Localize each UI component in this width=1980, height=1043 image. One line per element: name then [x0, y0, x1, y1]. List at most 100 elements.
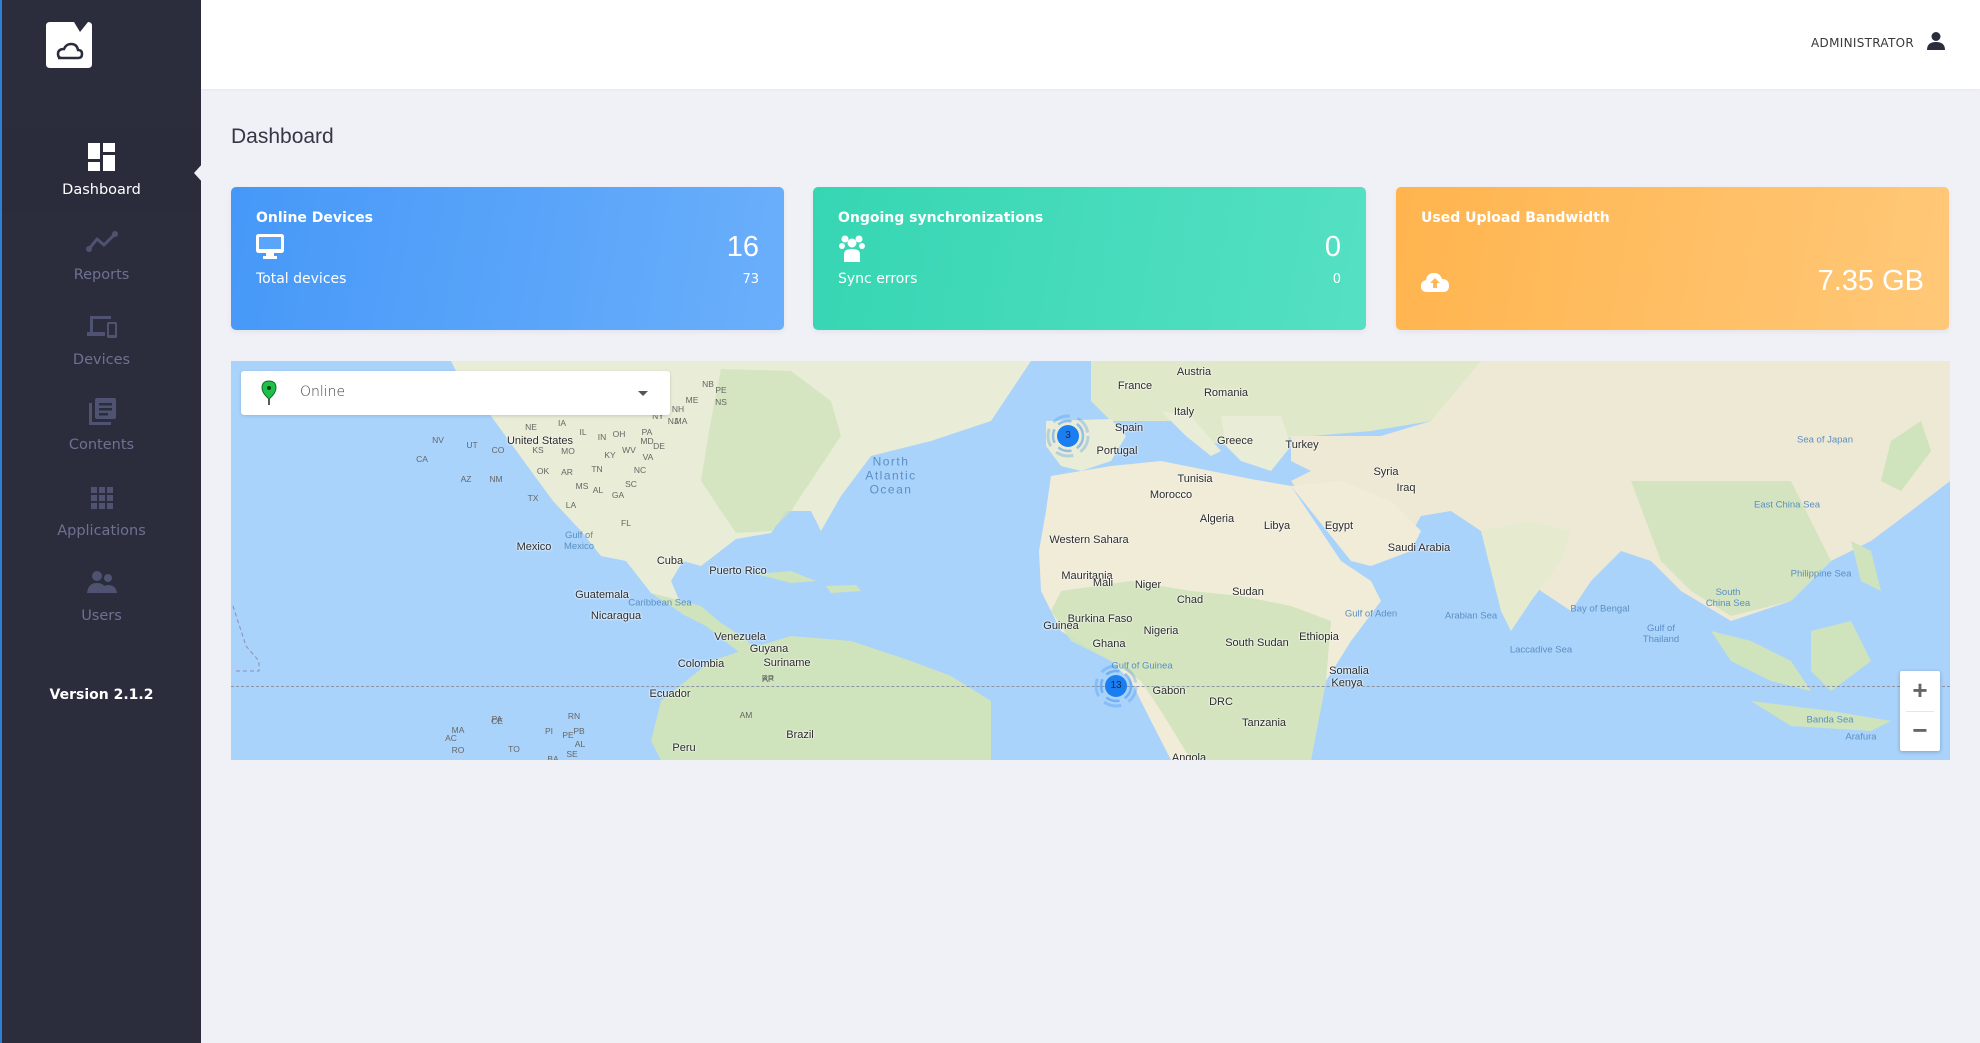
- cloud-logo-icon[interactable]: [44, 20, 94, 70]
- map-country-label: Western Sahara: [1049, 534, 1129, 546]
- sidebar-item-label: Users: [81, 608, 122, 624]
- map-country-label: Brazil: [786, 729, 814, 741]
- map-region-label: PE: [715, 385, 727, 395]
- zoom-in-button[interactable]: +: [1900, 671, 1940, 711]
- map-region-label: AL: [592, 485, 604, 495]
- map-region-label: PE: [562, 730, 574, 740]
- map-water-label: Gulf of Aden: [1344, 608, 1398, 620]
- user-name[interactable]: ADMINISTRATOR: [1811, 36, 1914, 50]
- map-country-label: Sudan: [1232, 586, 1264, 598]
- total-devices-count: 73: [742, 272, 759, 287]
- map-region-label: MA: [674, 416, 688, 426]
- map-country-label: Ethiopia: [1299, 631, 1339, 643]
- map-country-label: Chad: [1176, 594, 1204, 606]
- map-region-label: GA: [611, 490, 625, 500]
- map-country-label: Morocco: [1149, 489, 1193, 501]
- bandwidth-card[interactable]: Used Upload Bandwidth 7.35 GB: [1396, 187, 1949, 330]
- map-country-label: Venezuela: [714, 631, 766, 643]
- sidebar-item-users[interactable]: Users: [2, 554, 201, 638]
- map-water-label: Caribbean Sea: [628, 597, 692, 609]
- map-region-label: PB: [573, 726, 585, 736]
- map-region-label: FL: [621, 518, 631, 528]
- sidebar-item-dashboard[interactable]: Dashboard: [2, 128, 201, 212]
- map-region-label: BA: [547, 754, 559, 760]
- zoom-out-button[interactable]: −: [1900, 711, 1940, 751]
- map-country-label: Ghana: [1092, 638, 1126, 650]
- map-country-label: South Sudan: [1225, 637, 1289, 649]
- map-country-label: Guatemala: [575, 589, 629, 601]
- map-country-label: Puerto Rico: [709, 565, 767, 577]
- map-region-label: NC: [633, 465, 647, 475]
- dashboard-icon: [85, 140, 119, 174]
- map-country-label: Suriname: [763, 657, 811, 669]
- map-region-label: NE: [525, 422, 537, 432]
- map-region-label: DE: [653, 441, 665, 451]
- sidebar-item-devices[interactable]: Devices: [2, 298, 201, 382]
- map-region-label: OK: [536, 466, 550, 476]
- map-country-label: Guinea: [1043, 620, 1079, 632]
- map-region-label: AR: [561, 467, 573, 477]
- page-title: Dashboard: [231, 125, 334, 148]
- sidebar-item-label: Contents: [68, 437, 135, 453]
- map-region-label: RN: [567, 711, 581, 721]
- map-country-label: Portugal: [1096, 445, 1138, 457]
- cluster-count: 13: [1105, 675, 1127, 697]
- map-water-label: Gulf of Thailand: [1642, 623, 1680, 645]
- map-region-label: SC: [625, 479, 637, 489]
- map-region-label: MO: [561, 446, 575, 456]
- map-region-label: CA: [416, 454, 428, 464]
- sidebar-item-applications[interactable]: Applications: [2, 469, 201, 553]
- line-chart-icon: [85, 225, 119, 259]
- sidebar-item-reports[interactable]: Reports: [2, 213, 201, 297]
- documents-icon: [85, 395, 119, 429]
- map-region-label: NB: [702, 379, 714, 389]
- group-icon: [838, 234, 866, 262]
- cloud-upload-icon: [1421, 271, 1449, 297]
- status-filter-select[interactable]: Online: [241, 371, 670, 415]
- map-region-label: AM: [739, 710, 753, 720]
- map-region-label: MS: [575, 481, 589, 491]
- map-country-label: Turkey: [1285, 439, 1319, 451]
- map-country-label: Italy: [1173, 406, 1195, 418]
- bandwidth-value: 7.35 GB: [1817, 265, 1924, 297]
- map-region-label: AL: [574, 739, 586, 749]
- cluster-count: 3: [1057, 425, 1079, 447]
- map-region-label: KY: [604, 450, 616, 460]
- map-country-label: Greece: [1216, 435, 1254, 447]
- online-devices-count: 16: [726, 231, 759, 263]
- map-country-label: Libya: [1263, 520, 1291, 532]
- sidebar-item-contents[interactable]: Contents: [2, 383, 201, 467]
- map-region-label: WV: [622, 445, 636, 455]
- sidebar-item-label: Devices: [72, 352, 131, 368]
- map-country-label: Tanzania: [1241, 717, 1287, 729]
- map-region-label: NV: [432, 435, 444, 445]
- map-cluster-gulf-of-guinea[interactable]: 13: [1093, 663, 1139, 709]
- sync-card[interactable]: Ongoing synchronizations 0 Sync errors 0: [813, 187, 1366, 330]
- map-country-label: Saudi Arabia: [1387, 542, 1451, 554]
- sidebar-item-label: Dashboard: [62, 182, 141, 198]
- map-water-label: South China Sea: [1705, 587, 1751, 609]
- map-region-label: CE: [491, 716, 503, 726]
- map-water-label: Arafura: [1845, 731, 1877, 743]
- map-water-label: Sea of Japan: [1797, 434, 1853, 446]
- sidebar-item-label: Reports: [73, 267, 130, 283]
- online-devices-card[interactable]: Online Devices 16 Total devices 73: [231, 187, 784, 330]
- map-country-label: Cuba: [656, 555, 684, 567]
- map-country-label: Syria: [1373, 466, 1399, 478]
- map-cluster-portugal[interactable]: 3: [1045, 413, 1091, 459]
- active-indicator: [194, 162, 204, 184]
- sidebar-item-label: Applications: [57, 523, 146, 539]
- devices-map[interactable]: United States Mexico Cuba Puerto Rico Guatem…: [231, 361, 1950, 760]
- map-water-label: Philippine Sea: [1790, 568, 1852, 580]
- map-region-label: VA: [642, 452, 654, 462]
- map-region-label: TO: [508, 744, 520, 754]
- map-region-label: TX: [527, 493, 539, 503]
- map-region-label: LA: [565, 500, 577, 510]
- monitor-icon: [256, 234, 284, 260]
- user-icon[interactable]: [1926, 31, 1946, 51]
- map-country-label: Colombia: [677, 658, 725, 670]
- map-pin-icon: [261, 380, 277, 406]
- apps-grid-icon: [85, 481, 119, 515]
- map-country-label: Peru: [672, 742, 696, 754]
- map-region-label: OH: [612, 429, 626, 439]
